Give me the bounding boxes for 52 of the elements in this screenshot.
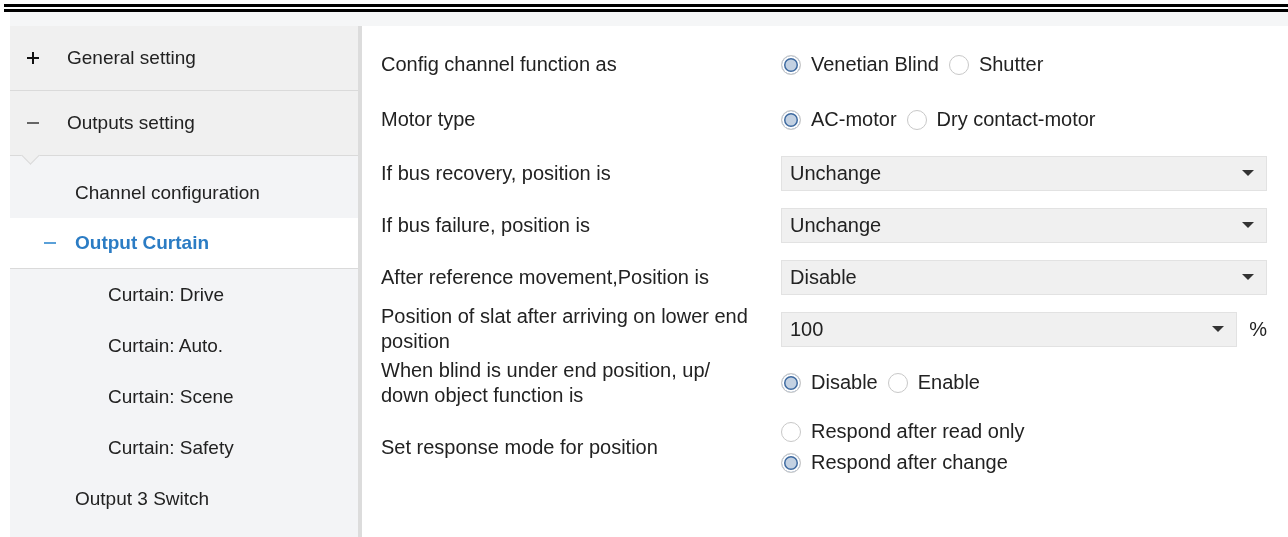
- radio-option[interactable]: Venetian Blind: [781, 53, 939, 76]
- tree-item[interactable]: Curtain: Safety: [10, 422, 358, 473]
- radio-button[interactable]: [781, 109, 801, 130]
- dropdown[interactable]: 100: [781, 311, 1238, 347]
- tree-item[interactable]: Output Curtain: [10, 218, 358, 269]
- tree-item-label: Curtain: Safety: [108, 436, 234, 459]
- tree-item[interactable]: Curtain: Drive: [10, 269, 358, 320]
- caret-icon: [1242, 170, 1254, 176]
- tree-item-label: Output 3 Switch: [75, 487, 210, 510]
- tree-item[interactable]: Output 3 Switch: [10, 473, 358, 524]
- tree-item-label: General setting: [67, 47, 196, 69]
- radio-option[interactable]: Shutter: [948, 53, 1044, 76]
- tree-item[interactable]: Curtain: Auto.: [10, 320, 358, 371]
- tree-item[interactable]: Outputs setting: [10, 91, 358, 156]
- radio-button[interactable]: [887, 372, 908, 393]
- parameter-label: Motor type: [381, 107, 477, 132]
- tree-item[interactable]: Channel configuration: [10, 167, 358, 218]
- parameter-label: Config channel function as: [381, 52, 618, 77]
- parameter-label: Set response mode for position: [381, 434, 659, 460]
- parameter-label: If bus recovery, position is: [381, 160, 612, 186]
- radio-option[interactable]: Dry contact-motor: [906, 108, 1096, 131]
- dropdown[interactable]: Unchange: [781, 155, 1267, 191]
- tree-item[interactable]: Curtain: Scene: [10, 371, 358, 422]
- tree-item[interactable]: General setting: [10, 26, 358, 91]
- tree-item-label: Outputs setting: [67, 112, 195, 134]
- radio-button[interactable]: [781, 372, 801, 393]
- dropdown[interactable]: Unchange: [781, 207, 1267, 243]
- radio-button[interactable]: [781, 452, 801, 473]
- expand-icon[interactable]: [27, 52, 39, 64]
- unit-label: %: [1249, 317, 1267, 341]
- radio-button[interactable]: [906, 109, 927, 130]
- caret-icon: [1242, 222, 1254, 228]
- radio-option[interactable]: Respond after read only: [781, 420, 1025, 443]
- tree-item-label: Channel configuration: [75, 181, 260, 204]
- parameter-label: Position of slat after arriving on lower end position: [381, 304, 749, 354]
- tree-item-label: Curtain: Auto.: [108, 334, 224, 357]
- tree-item-label: Output Curtain: [75, 232, 210, 254]
- radio-option[interactable]: AC-motor: [781, 108, 897, 131]
- caret-icon: [1242, 274, 1254, 280]
- caret-icon: [1212, 326, 1225, 332]
- tree-item-label: Curtain: Drive: [108, 283, 225, 306]
- parameter-label: When blind is under end position, up/ down object function is: [381, 357, 712, 408]
- parameter-label: If bus failure, position is: [381, 212, 591, 238]
- radio-button[interactable]: [948, 54, 969, 75]
- radio-option[interactable]: Enable: [887, 371, 980, 394]
- radio-button[interactable]: [781, 421, 801, 442]
- radio-option[interactable]: Respond after change: [781, 451, 1008, 474]
- tree-item-label: Curtain: Scene: [108, 385, 234, 408]
- dropdown[interactable]: Disable: [781, 259, 1267, 295]
- radio-button[interactable]: [781, 54, 801, 75]
- parameter-label: After reference movement,Position is: [381, 264, 710, 290]
- radio-option[interactable]: Disable: [781, 371, 878, 394]
